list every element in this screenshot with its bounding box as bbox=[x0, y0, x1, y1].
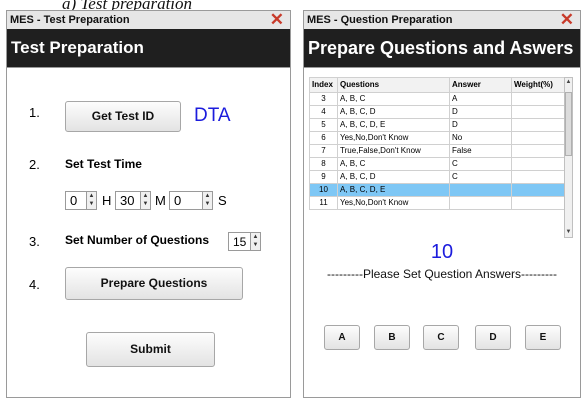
question-preparation-window: MES - Question Preparation ✕ Prepare Que… bbox=[303, 10, 581, 398]
column-header-index[interactable]: Index bbox=[309, 77, 338, 93]
page-title: Test Preparation bbox=[7, 29, 290, 67]
answer-button-c[interactable]: C bbox=[423, 325, 459, 350]
table-row[interactable]: 4 A, B, C, DD bbox=[309, 105, 565, 119]
window-title: MES - Question Preparation bbox=[307, 14, 453, 26]
step-3-number: 3. bbox=[29, 234, 40, 249]
question-count-value: 15 bbox=[233, 235, 247, 249]
cell-answer: A bbox=[449, 92, 512, 106]
column-header-answer[interactable]: Answer bbox=[449, 77, 512, 93]
cell-weight bbox=[511, 170, 565, 184]
window-titlebar: MES - Test Preparation ✕ bbox=[7, 11, 290, 29]
window-titlebar: MES - Question Preparation ✕ bbox=[304, 11, 580, 29]
cell-weight bbox=[511, 131, 565, 145]
cell-question: True,False,Don't Know bbox=[337, 144, 450, 158]
cell-index: 10 bbox=[309, 183, 338, 197]
test-id-value: DTA bbox=[194, 105, 231, 126]
window-title: MES - Test Preparation bbox=[10, 14, 130, 26]
column-header-questions[interactable]: Questions bbox=[337, 77, 450, 93]
cell-weight bbox=[511, 92, 565, 106]
test-preparation-panel: 1. Get Test ID DTA 2. Set Test Time 0 ▲ ▼… bbox=[7, 67, 290, 397]
answer-button-e[interactable]: E bbox=[525, 325, 561, 350]
minutes-unit: M bbox=[155, 193, 166, 208]
table-row[interactable]: 8 A, B, CC bbox=[309, 157, 565, 171]
table-row[interactable]: 11 Yes,No,Don't Know bbox=[309, 196, 565, 210]
cell-weight bbox=[511, 118, 565, 132]
table-row[interactable]: 9 A, B, C, DC bbox=[309, 170, 565, 184]
cell-index: 7 bbox=[309, 144, 338, 158]
cell-index: 3 bbox=[309, 92, 338, 106]
cell-answer bbox=[449, 196, 512, 210]
cell-answer: D bbox=[449, 105, 512, 119]
submit-button[interactable]: Submit bbox=[86, 332, 215, 367]
cell-answer: False bbox=[449, 144, 512, 158]
cell-weight bbox=[511, 196, 565, 210]
step-2-number: 2. bbox=[29, 157, 40, 172]
page-title: Prepare Questions and Aswers bbox=[304, 29, 580, 67]
get-test-id-button[interactable]: Get Test ID bbox=[65, 101, 181, 132]
set-number-of-questions-label: Set Number of Questions bbox=[65, 233, 210, 247]
step-4-number: 4. bbox=[29, 277, 40, 292]
cell-question: A, B, C bbox=[337, 157, 450, 171]
step-1-number: 1. bbox=[29, 105, 40, 120]
test-preparation-window: MES - Test Preparation ✕ Test Preparatio… bbox=[6, 10, 291, 398]
cell-weight bbox=[511, 105, 565, 119]
hours-stepper[interactable]: 0 ▲ ▼ bbox=[65, 191, 97, 210]
table-row[interactable]: 5 A, B, C, D, ED bbox=[309, 118, 565, 132]
current-question-number: 10 bbox=[430, 241, 454, 263]
question-preparation-panel: Index Questions Answer Weight(%) 3 A, B, … bbox=[304, 67, 580, 397]
cell-weight bbox=[511, 144, 565, 158]
seconds-unit: S bbox=[218, 193, 227, 208]
scrollbar-thumb[interactable] bbox=[565, 92, 572, 156]
set-test-time-label: Set Test Time bbox=[65, 157, 142, 171]
cell-weight bbox=[511, 157, 565, 171]
cell-index: 4 bbox=[309, 105, 338, 119]
table-row[interactable]: 3 A, B, CA bbox=[309, 92, 565, 106]
question-count-stepper[interactable]: 15 ▲ ▼ bbox=[228, 232, 261, 251]
cell-weight bbox=[511, 183, 565, 197]
spin-arrows-icon[interactable]: ▲ ▼ bbox=[202, 192, 212, 209]
close-icon[interactable]: ✕ bbox=[560, 11, 574, 29]
table-row[interactable]: 7 True,False,Don't Know False bbox=[309, 144, 565, 158]
scroll-up-icon[interactable]: ▲ bbox=[565, 78, 572, 87]
cell-index: 11 bbox=[309, 196, 338, 210]
prepare-questions-button[interactable]: Prepare Questions bbox=[65, 267, 243, 300]
spin-arrows-icon[interactable]: ▲ ▼ bbox=[86, 192, 96, 209]
hours-value: 0 bbox=[70, 193, 78, 208]
set-answers-instruction: ---------Please Set Question Answers----… bbox=[326, 267, 557, 281]
cell-question: Yes,No,Don't Know bbox=[337, 196, 450, 210]
cell-answer: D bbox=[449, 118, 512, 132]
questions-table: Index Questions Answer Weight(%) 3 A, B, … bbox=[309, 77, 565, 210]
answer-button-b[interactable]: B bbox=[374, 325, 410, 350]
minutes-value: 30 bbox=[120, 193, 135, 208]
cell-index: 6 bbox=[309, 131, 338, 145]
cell-answer: No bbox=[449, 131, 512, 145]
scroll-down-icon[interactable]: ▼ bbox=[565, 228, 572, 237]
cell-question: A, B, C, D bbox=[337, 105, 450, 119]
cell-index: 5 bbox=[309, 118, 338, 132]
table-scrollbar[interactable]: ▲ ▼ bbox=[564, 77, 573, 238]
cell-question: A, B, C, D, E bbox=[337, 118, 450, 132]
column-header-weight[interactable]: Weight(%) bbox=[511, 77, 565, 93]
answer-button-d[interactable]: D bbox=[475, 325, 511, 350]
table-row[interactable]: 6 Yes,No,Don't Know No bbox=[309, 131, 565, 145]
cell-answer: C bbox=[449, 157, 512, 171]
table-header-row: Index Questions Answer Weight(%) bbox=[309, 77, 565, 93]
cell-question: A, B, C bbox=[337, 92, 450, 106]
answer-button-a[interactable]: A bbox=[324, 325, 360, 350]
cell-question: Yes,No,Don't Know bbox=[337, 131, 450, 145]
hours-unit: H bbox=[102, 193, 112, 208]
cell-index: 8 bbox=[309, 157, 338, 171]
seconds-value: 0 bbox=[174, 193, 182, 208]
cell-answer bbox=[449, 183, 512, 197]
close-icon[interactable]: ✕ bbox=[270, 11, 284, 29]
spin-arrows-icon[interactable]: ▲ ▼ bbox=[140, 192, 150, 209]
table-row[interactable]: 10 A, B, C, D, E bbox=[309, 183, 565, 197]
cell-index: 9 bbox=[309, 170, 338, 184]
cell-question: A, B, C, D bbox=[337, 170, 450, 184]
seconds-stepper[interactable]: 0 ▲ ▼ bbox=[169, 191, 213, 210]
cell-answer: C bbox=[449, 170, 512, 184]
minutes-stepper[interactable]: 30 ▲ ▼ bbox=[115, 191, 151, 210]
cell-question: A, B, C, D, E bbox=[337, 183, 450, 197]
spin-arrows-icon[interactable]: ▲ ▼ bbox=[250, 233, 260, 250]
